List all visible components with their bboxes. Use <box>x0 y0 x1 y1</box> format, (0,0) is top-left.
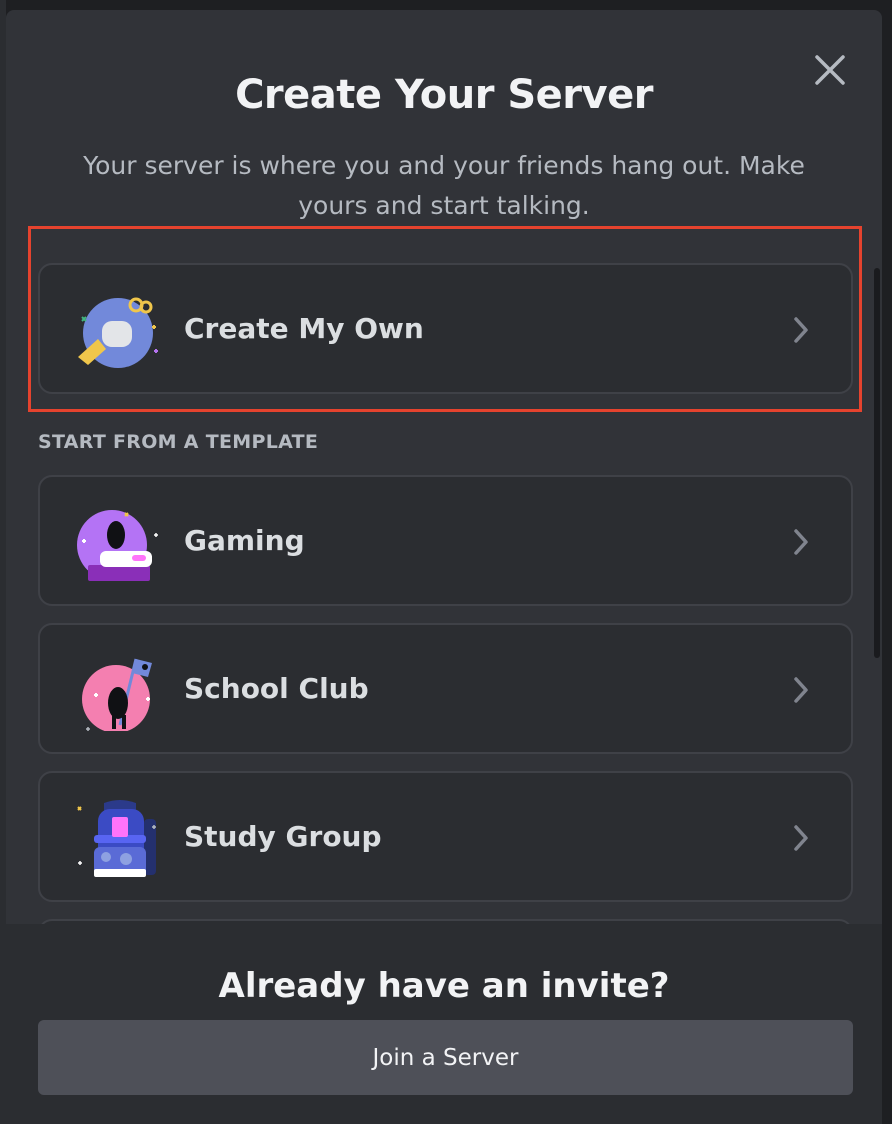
footer-title: Already have an invite? <box>218 966 670 1006</box>
template-label: Study Group <box>184 820 382 853</box>
section-title-templates: START FROM A TEMPLATE <box>38 431 319 453</box>
create-server-illustration-icon <box>78 297 158 368</box>
template-label: Gaming <box>184 524 305 557</box>
modal-footer: Already have an invite? Join a Server <box>6 924 882 1124</box>
scrollbar[interactable] <box>874 268 880 658</box>
chevron-right-icon <box>794 317 808 343</box>
chevron-right-icon <box>794 825 808 851</box>
template-option-gaming[interactable]: Gaming <box>38 475 853 606</box>
template-option-school-club[interactable]: School Club <box>38 623 853 754</box>
chevron-right-icon <box>794 677 808 703</box>
create-my-own-label: Create My Own <box>184 312 424 345</box>
study-group-illustration-icon <box>77 800 156 877</box>
join-server-button[interactable]: Join a Server <box>38 1020 853 1095</box>
modal-title: Create Your Server <box>235 72 653 118</box>
template-label: School Club <box>184 672 369 705</box>
modal-subtitle: Your server is where you and your friend… <box>83 151 805 220</box>
gaming-illustration-icon <box>77 510 158 581</box>
school-club-illustration-icon <box>82 658 152 731</box>
chevron-right-icon <box>794 529 808 555</box>
create-my-own-option[interactable]: Create My Own <box>38 263 853 394</box>
create-server-modal: Create Your Server Your server is where … <box>6 10 882 1124</box>
template-option-study-group[interactable]: Study Group <box>38 771 853 902</box>
